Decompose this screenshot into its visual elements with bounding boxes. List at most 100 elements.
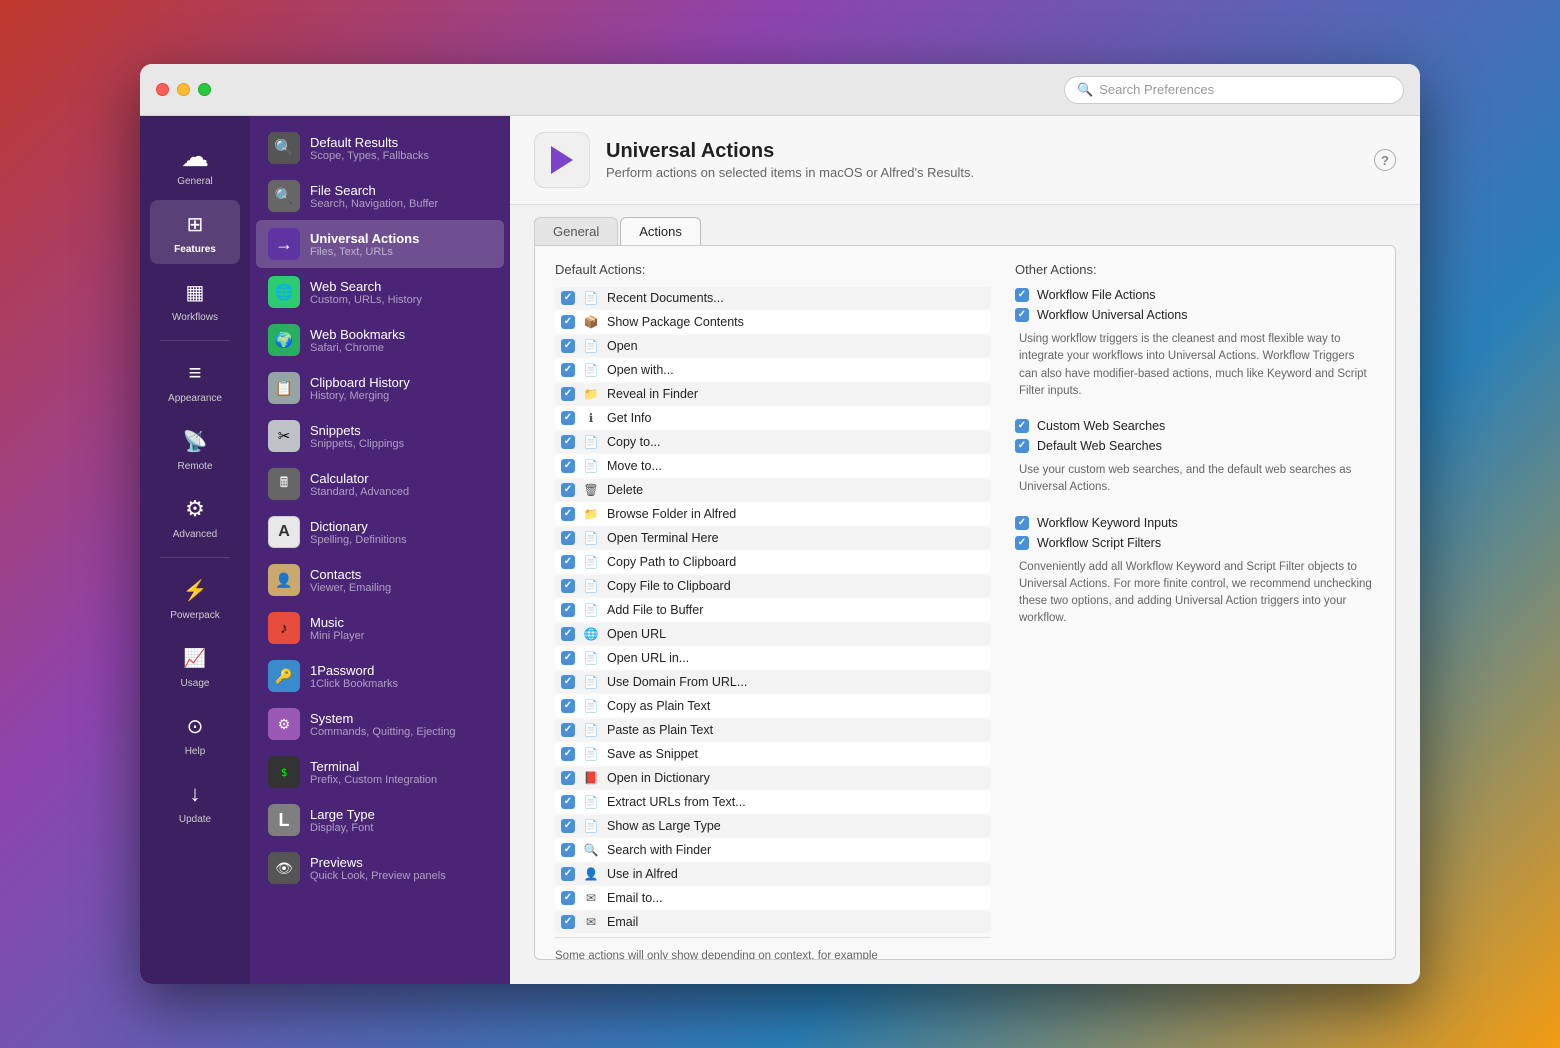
mid-item-subtitle: Standard, Advanced [310, 486, 492, 498]
action-checkbox[interactable] [561, 411, 575, 425]
workflow-description: Using workflow triggers is the cleanest … [1015, 331, 1375, 400]
help-button[interactable]: ? [1374, 149, 1396, 171]
action-checkbox[interactable] [561, 771, 575, 785]
mid-item-title: Terminal [310, 759, 492, 774]
sidebar-item-help[interactable]: ⊙ Help [150, 702, 240, 766]
action-checkbox[interactable] [561, 459, 575, 473]
sidebar-item-previews[interactable]: 👁 Previews Quick Look, Preview panels [256, 844, 504, 892]
action-checkbox[interactable] [561, 483, 575, 497]
action-checkbox[interactable] [561, 387, 575, 401]
action-checkbox[interactable] [561, 915, 575, 929]
action-checkbox[interactable] [561, 507, 575, 521]
sidebar-item-workflows[interactable]: ▦ Workflows [150, 268, 240, 332]
page-subtitle: Perform actions on selected items in mac… [606, 165, 1358, 180]
search-icon: 🔍 [1077, 82, 1093, 98]
terminal-icon: $ [268, 756, 300, 788]
action-row: 📄 Open [555, 335, 991, 357]
action-checkbox[interactable] [561, 651, 575, 665]
update-icon: ↓ [179, 778, 211, 810]
action-checkbox[interactable] [561, 795, 575, 809]
action-icon: ✉ [583, 890, 599, 906]
sidebar-item-system[interactable]: ⚙ System Commands, Quitting, Ejecting [256, 700, 504, 748]
workflow-keyword-checkbox[interactable] [1015, 516, 1029, 530]
sidebar-item-usage[interactable]: 📈 Usage [150, 634, 240, 698]
workflow-universal-checkbox[interactable] [1015, 308, 1029, 322]
action-checkbox[interactable] [561, 531, 575, 545]
close-button[interactable] [156, 83, 169, 96]
search-bar[interactable]: 🔍 Search Preferences [1064, 76, 1404, 104]
workflow-file-checkbox[interactable] [1015, 288, 1029, 302]
action-name: Search with Finder [607, 843, 711, 857]
action-checkbox[interactable] [561, 747, 575, 761]
sidebar-item-large-type[interactable]: L Large Type Display, Font [256, 796, 504, 844]
sidebar-item-general[interactable]: ☁ General [150, 132, 240, 196]
action-name: Copy to... [607, 435, 661, 449]
action-checkbox[interactable] [561, 555, 575, 569]
system-icon: ⚙ [268, 708, 300, 740]
clipboard-icon: 📋 [268, 372, 300, 404]
action-checkbox[interactable] [561, 675, 575, 689]
action-name: Open URL in... [607, 651, 689, 665]
action-name: Email to... [607, 891, 663, 905]
sidebar-item-calculator[interactable]: 🖩 Calculator Standard, Advanced [256, 460, 504, 508]
sidebar-item-dictionary[interactable]: A Dictionary Spelling, Definitions [256, 508, 504, 556]
action-checkbox[interactable] [561, 867, 575, 881]
action-checkbox[interactable] [561, 843, 575, 857]
action-checkbox[interactable] [561, 603, 575, 617]
sidebar-item-terminal[interactable]: $ Terminal Prefix, Custom Integration [256, 748, 504, 796]
main-header: Universal Actions Perform actions on sel… [510, 116, 1420, 205]
sidebar-item-advanced[interactable]: ⚙ Advanced [150, 485, 240, 549]
action-checkbox[interactable] [561, 723, 575, 737]
sidebar-item-snippets[interactable]: ✂ Snippets Snippets, Clippings [256, 412, 504, 460]
action-icon: 📄 [583, 818, 599, 834]
tab-general[interactable]: General [534, 217, 618, 245]
sidebar-item-contacts[interactable]: 👤 Contacts Viewer, Emailing [256, 556, 504, 604]
sidebar-item-features[interactable]: ⊞ Features [150, 200, 240, 264]
separator [160, 340, 230, 341]
minimize-button[interactable] [177, 83, 190, 96]
sidebar-item-web-search[interactable]: 🌐 Web Search Custom, URLs, History [256, 268, 504, 316]
action-name: Copy Path to Clipboard [607, 555, 736, 569]
action-checkbox[interactable] [561, 699, 575, 713]
sidebar-item-1password[interactable]: 🔑 1Password 1Click Bookmarks [256, 652, 504, 700]
default-web-checkbox[interactable] [1015, 439, 1029, 453]
action-row: 📁 Reveal in Finder [555, 383, 991, 405]
sidebar-item-label: Remote [177, 461, 212, 473]
sidebar-item-default-results[interactable]: 🔍 Default Results Scope, Types, Fallback… [256, 124, 504, 172]
action-row: ✉ Email to... [555, 887, 991, 909]
action-checkbox[interactable] [561, 627, 575, 641]
action-row: 📄 Move to... [555, 455, 991, 477]
sidebar-item-file-search[interactable]: 🔍 File Search Search, Navigation, Buffer [256, 172, 504, 220]
action-checkbox[interactable] [561, 339, 575, 353]
sidebar-item-powerpack[interactable]: ⚡ Powerpack [150, 566, 240, 630]
action-name: Open URL [607, 627, 666, 641]
sidebar-item-update[interactable]: ↓ Update [150, 770, 240, 834]
action-checkbox[interactable] [561, 435, 575, 449]
sidebar-item-remote[interactable]: 📡 Remote [150, 417, 240, 481]
action-row: 📄 Show as Large Type [555, 815, 991, 837]
action-checkbox[interactable] [561, 819, 575, 833]
custom-web-checkbox[interactable] [1015, 419, 1029, 433]
default-actions-label: Default Actions: [555, 262, 991, 277]
sidebar-item-music[interactable]: ♪ Music Mini Player [256, 604, 504, 652]
sidebar-item-universal-actions[interactable]: → Universal Actions Files, Text, URLs [256, 220, 504, 268]
action-checkbox-recent-docs[interactable] [561, 291, 575, 305]
action-icon: 📄 [583, 698, 599, 714]
maximize-button[interactable] [198, 83, 211, 96]
action-checkbox[interactable] [561, 579, 575, 593]
help-icon: ⊙ [179, 710, 211, 742]
sidebar-item-web-bookmarks[interactable]: 🌍 Web Bookmarks Safari, Chrome [256, 316, 504, 364]
action-icon: 👤 [583, 866, 599, 882]
sidebar-item-label: Powerpack [170, 610, 219, 622]
action-checkbox[interactable] [561, 891, 575, 905]
workflow-script-checkbox[interactable] [1015, 536, 1029, 550]
sidebar-item-appearance[interactable]: ≡ Appearance [150, 349, 240, 413]
action-row: 📄 Open with... [555, 359, 991, 381]
tab-actions[interactable]: Actions [620, 217, 701, 245]
action-checkbox[interactable] [561, 315, 575, 329]
action-checkbox[interactable] [561, 363, 575, 377]
sidebar-item-label: Appearance [168, 393, 222, 405]
appearance-icon: ≡ [179, 357, 211, 389]
action-icon: ✉ [583, 914, 599, 930]
sidebar-item-clipboard-history[interactable]: 📋 Clipboard History History, Merging [256, 364, 504, 412]
